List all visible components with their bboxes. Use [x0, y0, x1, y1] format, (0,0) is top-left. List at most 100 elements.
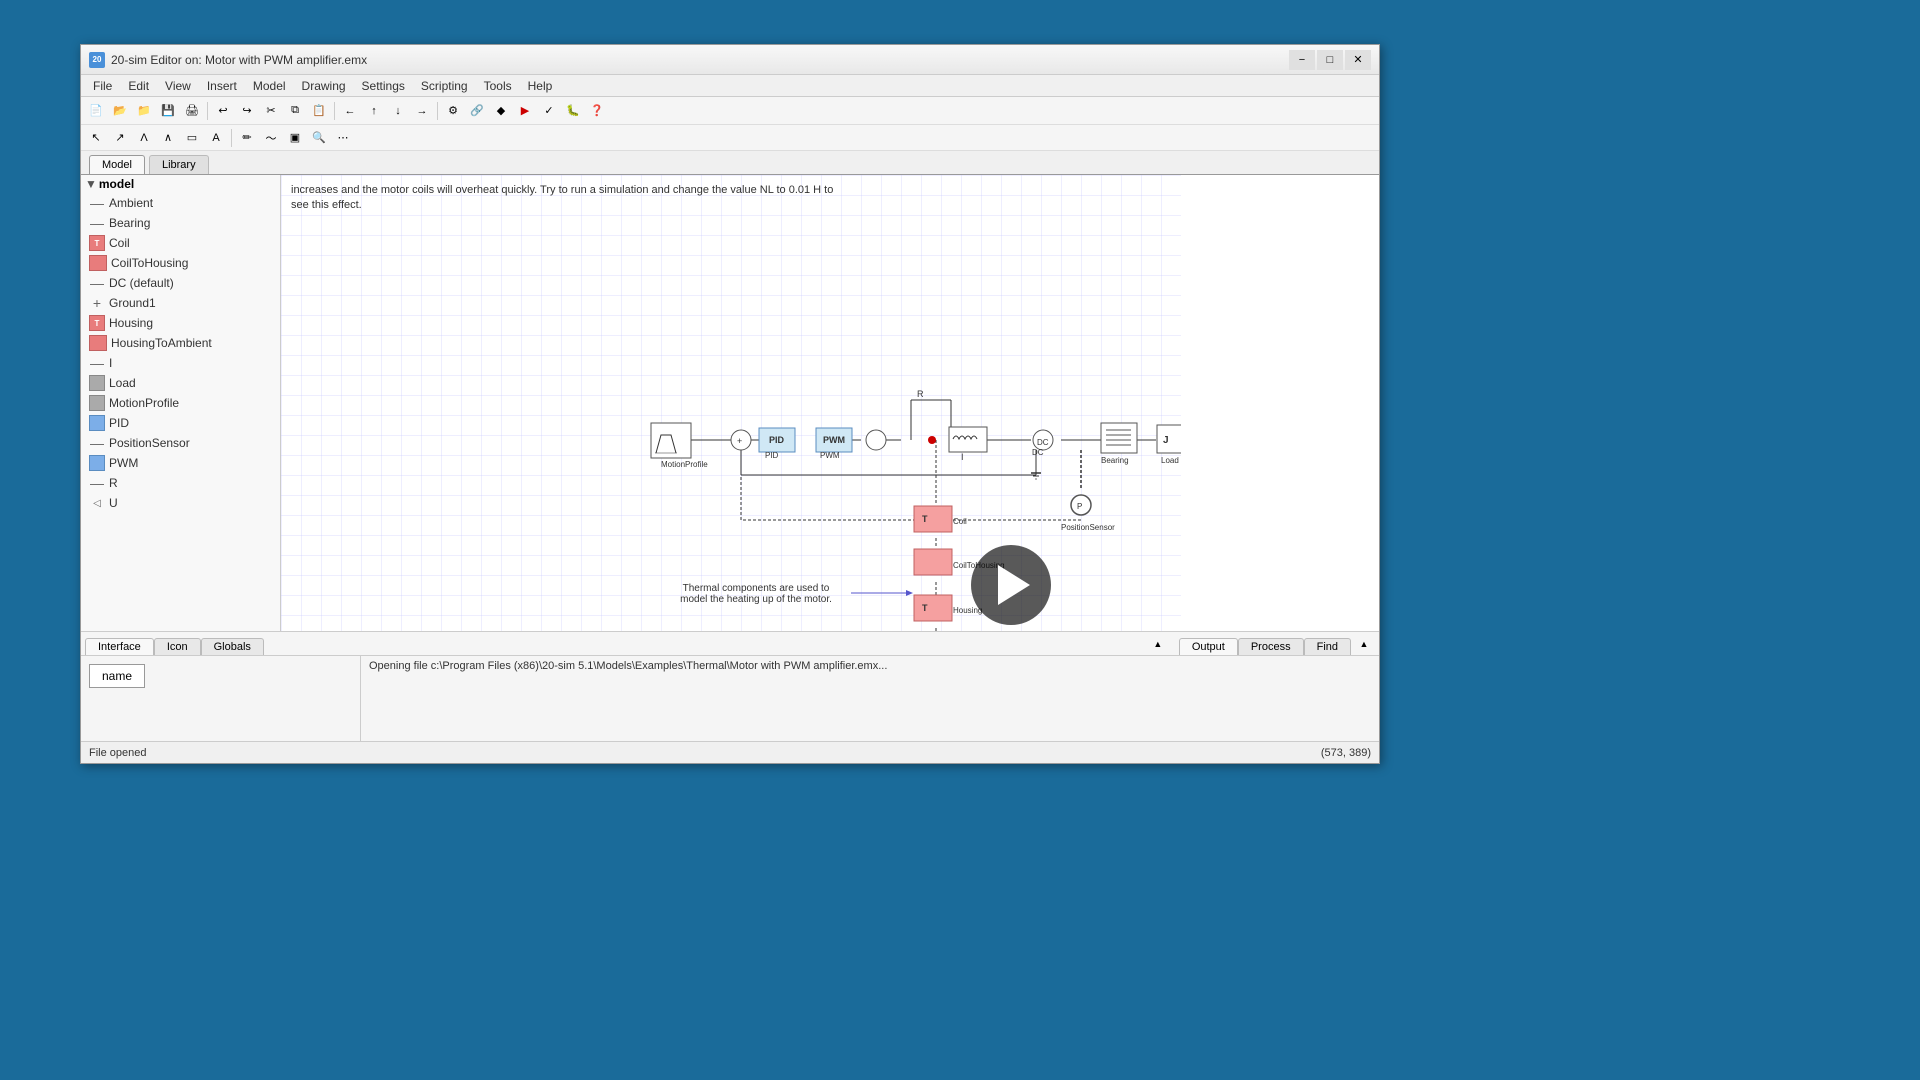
svg-text:DC: DC [1032, 448, 1044, 457]
pid-label: PID [109, 416, 129, 430]
sidebar-item-i[interactable]: — I [81, 353, 280, 373]
wave-btn[interactable]: 〜 [260, 127, 282, 149]
tab-library[interactable]: Library [149, 155, 209, 174]
sidebar-item-housingtoambient[interactable]: HousingToAmbient [81, 333, 280, 353]
svg-text:PositionSensor: PositionSensor [1061, 523, 1115, 532]
open-folder-button[interactable]: 📁 [133, 100, 155, 122]
sidebar-item-dc[interactable]: — DC (default) [81, 273, 280, 293]
up-button[interactable]: ↑ [363, 100, 385, 122]
new-button[interactable]: 📄 [85, 100, 107, 122]
tab-icon[interactable]: Icon [154, 638, 201, 655]
help-btn[interactable]: ❓ [586, 100, 608, 122]
minimize-button[interactable]: − [1289, 50, 1315, 70]
sidebar-item-load[interactable]: Load [81, 373, 280, 393]
bottom-panel: Interface Icon Globals ▲ Output Process … [81, 631, 1379, 741]
sidebar-item-motionprofile[interactable]: MotionProfile [81, 393, 280, 413]
bottom-right-panel: Opening file c:\Program Files (x86)\20-s… [361, 656, 1379, 741]
menu-drawing[interactable]: Drawing [294, 77, 354, 95]
tab-find[interactable]: Find [1304, 638, 1351, 655]
menu-scripting[interactable]: Scripting [413, 77, 476, 95]
sidebar-item-coiltohousing[interactable]: CoilToHousing [81, 253, 280, 273]
sidebar-item-r[interactable]: — R [81, 473, 280, 493]
svg-text:PID: PID [765, 451, 779, 460]
menu-insert[interactable]: Insert [199, 77, 245, 95]
canvas-area[interactable]: increases and the motor coils will overh… [281, 175, 1379, 631]
settings-btn[interactable]: ⚙ [442, 100, 464, 122]
app-icon: 20 [89, 52, 105, 68]
sidebar-root-label: model [99, 177, 134, 191]
main-window: 20 20-sim Editor on: Motor with PWM ampl… [80, 44, 1380, 764]
forward-button[interactable]: → [411, 100, 433, 122]
sidebar-item-housing[interactable]: T Housing [81, 313, 280, 333]
view-tab-bar: Model Library [81, 151, 1379, 175]
wedge-btn[interactable]: ∧ [157, 127, 179, 149]
sidebar-item-ground1[interactable]: + Ground1 [81, 293, 280, 313]
sidebar-item-pid[interactable]: PID [81, 413, 280, 433]
sidebar-item-ambient[interactable]: — Ambient [81, 193, 280, 213]
menu-help[interactable]: Help [520, 77, 561, 95]
check-btn[interactable]: ✓ [538, 100, 560, 122]
play-button[interactable] [971, 545, 1051, 625]
menu-file[interactable]: File [85, 77, 120, 95]
name-button[interactable]: name [89, 664, 145, 688]
save-button[interactable]: 💾 [157, 100, 179, 122]
sidebar-item-bearing[interactable]: — Bearing [81, 213, 280, 233]
pencil-btn[interactable]: ✏ [236, 127, 258, 149]
open-button[interactable]: 📂 [109, 100, 131, 122]
paste-button[interactable]: 📋 [308, 100, 330, 122]
bearing-icon: — [89, 215, 105, 231]
tab-output[interactable]: Output [1179, 638, 1238, 655]
tab-interface[interactable]: Interface [85, 638, 154, 655]
shape-btn[interactable]: ◆ [490, 100, 512, 122]
menu-tools[interactable]: Tools [476, 77, 520, 95]
svg-text:P: P [1077, 502, 1082, 511]
text-btn[interactable]: A [205, 127, 227, 149]
menu-view[interactable]: View [157, 77, 199, 95]
redo-button[interactable]: ↪ [236, 100, 258, 122]
output-collapse-btn[interactable]: ▲ [1353, 633, 1375, 655]
sidebar-root[interactable]: ▼ model [81, 175, 280, 193]
tab-process[interactable]: Process [1238, 638, 1304, 655]
menu-model[interactable]: Model [245, 77, 294, 95]
status-bar: File opened (573, 389) [81, 741, 1379, 763]
connect-btn[interactable]: 🔗 [466, 100, 488, 122]
circuit-diagram: MotionProfile + PID PID PWM PWM [281, 175, 1181, 631]
svg-text:PWM: PWM [823, 435, 845, 445]
more-btn[interactable]: ⋯ [332, 127, 354, 149]
select-btn[interactable]: ↖ [85, 127, 107, 149]
sidebar-item-coil[interactable]: T Coil [81, 233, 280, 253]
positionsensor-label: PositionSensor [109, 436, 190, 450]
tab-collapse-btn[interactable]: ▲ [1147, 633, 1169, 655]
print-button[interactable]: 🖨 [181, 100, 203, 122]
tab-model[interactable]: Model [89, 155, 145, 174]
collapse-icon: ▼ [85, 177, 97, 191]
copy-button[interactable]: ⧉ [284, 100, 306, 122]
title-bar: 20 20-sim Editor on: Motor with PWM ampl… [81, 45, 1379, 75]
undo-button[interactable]: ↩ [212, 100, 234, 122]
run-btn[interactable]: ▶ [514, 100, 536, 122]
menu-settings[interactable]: Settings [354, 77, 413, 95]
close-button[interactable]: ✕ [1345, 50, 1371, 70]
sidebar-item-pwm[interactable]: PWM [81, 453, 280, 473]
pointer-btn[interactable]: ↗ [109, 127, 131, 149]
u-label: U [109, 496, 118, 510]
lambda-btn[interactable]: Λ [133, 127, 155, 149]
tab-globals[interactable]: Globals [201, 638, 264, 655]
window-controls: − □ ✕ [1289, 50, 1371, 70]
fill-btn[interactable]: ▣ [284, 127, 306, 149]
sidebar-item-u[interactable]: ◁ U [81, 493, 280, 513]
zoom-btn[interactable]: 🔍 [308, 127, 330, 149]
ground1-icon: + [89, 295, 105, 311]
coiltohousing-label: CoilToHousing [111, 256, 188, 270]
sidebar-item-positionsensor[interactable]: — PositionSensor [81, 433, 280, 453]
back-button[interactable]: ← [339, 100, 361, 122]
motionprofile-icon [89, 395, 105, 411]
menu-edit[interactable]: Edit [120, 77, 157, 95]
bottom-tab-bar: Interface Icon Globals ▲ Output Process … [81, 632, 1379, 656]
separator-2 [334, 102, 335, 120]
rect-btn[interactable]: ▭ [181, 127, 203, 149]
down-button[interactable]: ↓ [387, 100, 409, 122]
maximize-button[interactable]: □ [1317, 50, 1343, 70]
debug-btn[interactable]: 🐛 [562, 100, 584, 122]
cut-button[interactable]: ✂ [260, 100, 282, 122]
